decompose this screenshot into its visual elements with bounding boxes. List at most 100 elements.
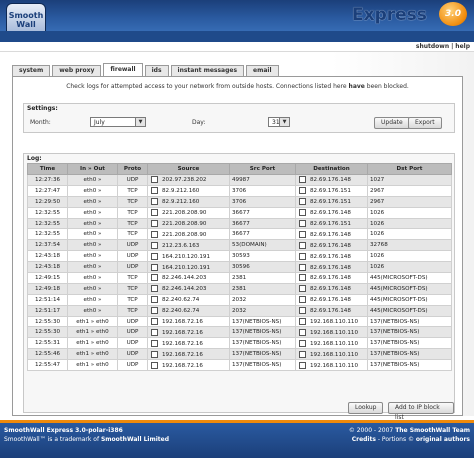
- destination-select-checkbox[interactable]: [299, 241, 306, 249]
- day-select[interactable]: 31 ▼: [268, 117, 290, 127]
- cell-interface: eth0 »: [67, 282, 118, 295]
- destination-select-checkbox[interactable]: [299, 296, 306, 304]
- cell-value: TCP: [127, 220, 138, 227]
- cell-interface: eth1 » eth0: [67, 359, 118, 372]
- source-select-checkbox[interactable]: [151, 285, 158, 293]
- table-row: 12:55:47 eth1 » eth0 UDP 192.168.72.16 137(N…: [27, 359, 452, 372]
- destination-select-checkbox[interactable]: [299, 307, 306, 315]
- cell-value: eth0 »: [83, 242, 102, 249]
- tab-email[interactable]: email: [246, 65, 279, 76]
- destination-select-checkbox[interactable]: [299, 350, 306, 358]
- table-row: 12:32:55 eth0 » TCP 221.208.208.90 36677 82.6…: [27, 217, 452, 230]
- cell-proto: UDP: [117, 174, 148, 186]
- source-select-checkbox[interactable]: [151, 187, 158, 195]
- help-link[interactable]: help: [455, 43, 470, 50]
- cell-src-port: 2381: [229, 282, 296, 295]
- cell-value: 137(NETBIOS-NS): [232, 329, 282, 336]
- footer-trademark-text: SmoothWall™ is a trademark of: [4, 436, 100, 443]
- footer-copyright: © 2000 - 2007 The SmoothWall Team: [349, 427, 470, 434]
- destination-select-checkbox[interactable]: [299, 328, 306, 336]
- footer-trademark: SmoothWall™ is a trademark of SmoothWall…: [4, 436, 169, 443]
- source-select-checkbox[interactable]: [151, 230, 158, 238]
- source-select-checkbox[interactable]: [151, 339, 158, 347]
- cell-destination: 82.69.176.148: [295, 174, 368, 186]
- cell-value: 202.97.238.202: [162, 177, 207, 184]
- source-select-checkbox[interactable]: [151, 296, 158, 304]
- shutdown-link[interactable]: shutdown: [416, 43, 449, 50]
- cell-source: 82.240.62.74: [147, 293, 230, 306]
- cell-dst-port: 1027: [367, 174, 452, 186]
- tab-instant-messages[interactable]: instant messages: [170, 65, 245, 76]
- source-select-checkbox[interactable]: [151, 328, 158, 336]
- cell-value: 137(NETBIOS-NS): [370, 351, 420, 358]
- cell-source: 82.9.212.160: [147, 184, 230, 197]
- destination-select-checkbox[interactable]: [299, 263, 306, 271]
- destination-select-checkbox[interactable]: [299, 285, 306, 293]
- cell-value: eth0 »: [83, 187, 102, 194]
- tab-web-proxy[interactable]: web proxy: [52, 65, 102, 76]
- cell-value: 137(NETBIOS-NS): [370, 318, 420, 325]
- destination-select-checkbox[interactable]: [299, 274, 306, 282]
- source-select-checkbox[interactable]: [151, 350, 158, 358]
- source-select-checkbox[interactable]: [151, 263, 158, 271]
- source-select-checkbox[interactable]: [151, 318, 158, 326]
- lookup-button[interactable]: Lookup: [348, 402, 384, 414]
- source-select-checkbox[interactable]: [151, 307, 158, 315]
- cell-value: 445(MICROSOFT-DS): [370, 307, 428, 314]
- destination-select-checkbox[interactable]: [299, 176, 306, 184]
- source-select-checkbox[interactable]: [151, 361, 158, 369]
- cell-value: 36677: [232, 220, 250, 227]
- destination-select-checkbox[interactable]: [299, 187, 306, 195]
- cell-value: 82.69.176.148: [310, 297, 351, 304]
- cell-destination: 192.168.110.110: [295, 326, 368, 339]
- cell-value: TCP: [127, 198, 138, 205]
- destination-select-checkbox[interactable]: [299, 230, 306, 238]
- destination-select-checkbox[interactable]: [299, 318, 306, 326]
- footer-portions: - Portions ©: [375, 436, 414, 443]
- destination-select-checkbox[interactable]: [299, 339, 306, 347]
- cell-value: eth1 » eth0: [76, 340, 109, 347]
- cell-time: 12:49:18: [27, 282, 68, 295]
- destination-select-checkbox[interactable]: [299, 220, 306, 227]
- destination-select-checkbox[interactable]: [299, 198, 306, 206]
- info-suffix: been blocked.: [366, 83, 409, 90]
- footer-copyright-years: © 2000 - 2007: [348, 427, 394, 434]
- cell-destination: 82.69.176.148: [295, 228, 368, 241]
- update-button[interactable]: Update: [374, 117, 410, 129]
- cell-value: TCP: [127, 187, 138, 194]
- source-select-checkbox[interactable]: [151, 220, 158, 227]
- source-select-checkbox[interactable]: [151, 198, 158, 206]
- cell-time: 12:27:47: [27, 184, 68, 197]
- footer-trademark-brand[interactable]: SmoothWall Limited: [101, 436, 169, 443]
- info-text: Check logs for attempted access to your …: [13, 83, 462, 90]
- export-button[interactable]: Export: [408, 117, 442, 129]
- cell-dst-port: 1026: [367, 261, 452, 274]
- logo-line-2: Wall: [16, 20, 36, 29]
- destination-select-checkbox[interactable]: [299, 252, 306, 260]
- cell-value: 137(NETBIOS-NS): [370, 362, 420, 369]
- cell-interface: eth0 »: [67, 272, 118, 284]
- tab-ids[interactable]: ids: [144, 65, 169, 76]
- source-select-checkbox[interactable]: [151, 241, 158, 249]
- content-area: system web proxy firewall ids instant messag…: [0, 52, 474, 421]
- cell-value: eth0 »: [83, 296, 102, 303]
- cell-dst-port: 445(MICROSOFT-DS): [367, 272, 452, 284]
- source-select-checkbox[interactable]: [151, 252, 158, 260]
- source-select-checkbox[interactable]: [151, 274, 158, 282]
- tab-system[interactable]: system: [12, 65, 51, 76]
- footer-credits-link[interactable]: Credits: [352, 436, 376, 443]
- add-to-blocklist-button[interactable]: Add to IP block list: [388, 402, 454, 421]
- source-select-checkbox[interactable]: [151, 209, 158, 217]
- cell-source: 82.9.212.160: [147, 195, 230, 208]
- source-select-checkbox[interactable]: [151, 176, 158, 184]
- month-select[interactable]: July ▼: [90, 117, 146, 127]
- cell-value: 12:27:36: [34, 176, 61, 183]
- cell-destination: 82.69.176.148: [295, 293, 368, 306]
- tab-firewall[interactable]: firewall: [103, 63, 143, 76]
- cell-value: 164.210.120.191: [162, 264, 211, 271]
- cell-proto: UDP: [117, 250, 148, 263]
- destination-select-checkbox[interactable]: [299, 209, 306, 217]
- destination-select-checkbox[interactable]: [299, 361, 306, 369]
- footer-authors-link[interactable]: original authors: [416, 436, 470, 443]
- footer-team-link[interactable]: The SmoothWall Team: [395, 427, 470, 434]
